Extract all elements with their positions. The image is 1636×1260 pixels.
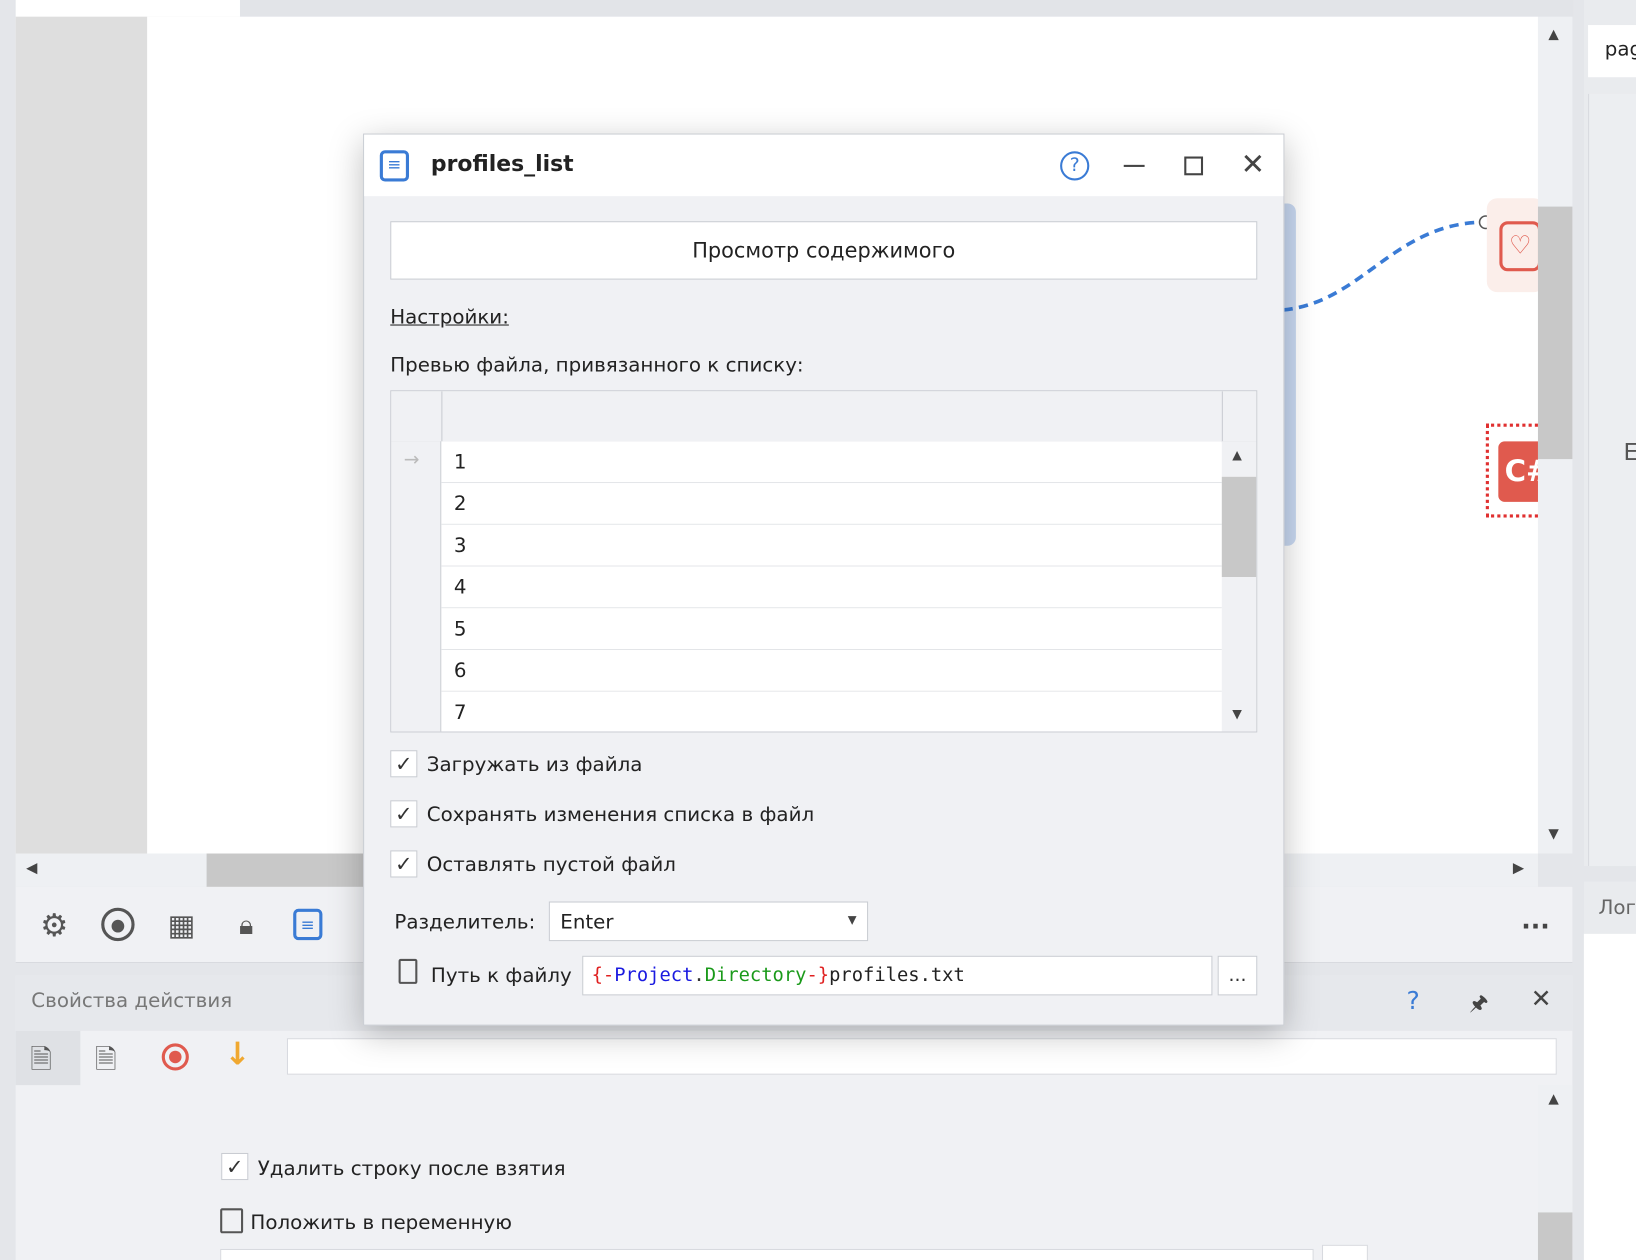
variable-add-button[interactable] [1321,1244,1368,1260]
view-contents-button[interactable]: Просмотр содержимого [390,221,1258,280]
pin-icon[interactable]: 🖈︎ [1469,988,1488,1023]
grid-icon[interactable]: ▦ [165,907,198,941]
delete-line-label: Удалить строку после взятия [257,1157,566,1181]
table-row[interactable]: 1 [441,441,1222,484]
table-row[interactable]: 3 [441,524,1222,567]
vscroll-thumb[interactable] [1537,206,1573,460]
scroll-right-arrow[interactable]: ▶ [1513,860,1524,877]
table-row[interactable]: 7 [441,691,1222,732]
option-label: Оставлять пустой файл [426,853,676,877]
table-vscrollbar[interactable]: ▲ ▼ [1221,441,1257,732]
right-panel: pag Е [1583,0,1636,867]
record-icon[interactable] [161,1043,189,1071]
close-icon[interactable]: ✕ [1241,147,1265,181]
scroll-left-arrow[interactable]: ◀ [26,860,37,877]
csharp-node[interactable]: C# [1485,423,1551,518]
option-checkbox[interactable]: ✓ [390,850,418,878]
chevron-down-icon: ▼ [847,912,857,927]
help-icon[interactable]: ? [1407,986,1420,1015]
dialog-title: profiles_list [430,151,574,177]
save-disk-icon [220,1208,244,1234]
delete-line-checkbox[interactable]: ✓ [221,1152,249,1181]
right-panel-mid-text: Е [1624,440,1636,466]
save-to-variable-label: Положить в переменную [250,1211,512,1235]
separator-value: Enter [560,910,614,934]
notification-node[interactable]: ♡ [1486,198,1545,293]
tab-strip [14,0,1574,17]
close-icon[interactable]: ✕ [1531,984,1552,1013]
path-dot: . [693,964,705,987]
option-checkbox[interactable]: ✓ [390,800,418,828]
path-label: Путь к файлу [430,964,572,988]
list-icon: ≡ [379,150,410,182]
profiles-list-dialog: ≡ profiles_list ? ✕ Просмотр содержимого… [363,133,1285,1026]
table-row[interactable]: 4 [441,566,1222,609]
minimize-icon[interactable] [1123,164,1145,167]
table-row[interactable]: 6 [441,650,1222,692]
path-project: Project [614,964,694,987]
current-row-arrow-icon: → [403,448,420,471]
properties-vscrollbar[interactable]: ▲ [1537,1085,1573,1260]
properties-title: Свойства действия [31,989,233,1013]
canvas-margin [15,16,148,854]
separator-select[interactable]: Enter ▼ [548,901,869,942]
browse-button[interactable]: ... [1217,955,1258,996]
path-brace-close: -} [806,964,830,987]
properties-top-input[interactable] [286,1038,1557,1075]
list-icon[interactable]: ≡ [293,908,323,941]
dialog-titlebar[interactable]: ≡ profiles_list ? ✕ [364,134,1284,197]
action-edit-icon[interactable]: 🗎︎ [95,1040,117,1086]
active-tab[interactable] [15,0,240,17]
action-settings-icon[interactable]: 🗎︎ [30,1040,52,1086]
bell-icon: ♡ [1499,221,1542,272]
settings-gear-icon[interactable]: ⚙ [37,907,72,944]
option-checkbox[interactable]: ✓ [390,750,418,778]
scroll-up-arrow[interactable]: ▲ [1548,27,1558,43]
connection-line [1283,215,1493,312]
arrow-down-icon[interactable]: ↓ [224,1036,250,1073]
option-label: Сохранять изменения списка в файл [426,803,815,827]
hscroll-thumb[interactable] [206,853,374,887]
canvas-vscrollbar[interactable]: ▲ ▼ [1537,16,1573,854]
preview-table: → 1234567 ▲ ▼ [390,390,1258,733]
settings-link[interactable]: Настройки: [390,306,509,329]
option-label: Загружать из файла [426,753,643,777]
path-directory: Directory [704,964,807,987]
log-tab-label: Лог [1598,896,1636,920]
path-input[interactable]: {-Project.Directory-}profiles.txt [582,955,1213,996]
user-profile-icon[interactable]: ● [101,907,135,942]
variable-input[interactable] [220,1248,1314,1260]
separator-label: Разделитель: [394,910,536,934]
scroll-down-arrow[interactable]: ▼ [1548,826,1558,842]
preview-label: Превью файла, привязанного к списку: [390,353,804,377]
help-icon[interactable]: ? [1060,151,1090,181]
right-panel-top-text: pag [1604,37,1636,61]
maximize-icon[interactable] [1184,156,1204,176]
more-button[interactable]: ... [1521,906,1550,935]
lock-icon[interactable]: 🔒︎ [231,908,262,943]
path-brace-open: {- [591,964,615,987]
file-icon [398,958,418,984]
table-row[interactable]: 5 [441,608,1222,651]
log-tab[interactable]: Лог [1583,881,1636,934]
log-panel [1583,933,1636,1260]
path-file: profiles.txt [829,964,965,987]
table-row[interactable]: 2 [441,483,1222,525]
